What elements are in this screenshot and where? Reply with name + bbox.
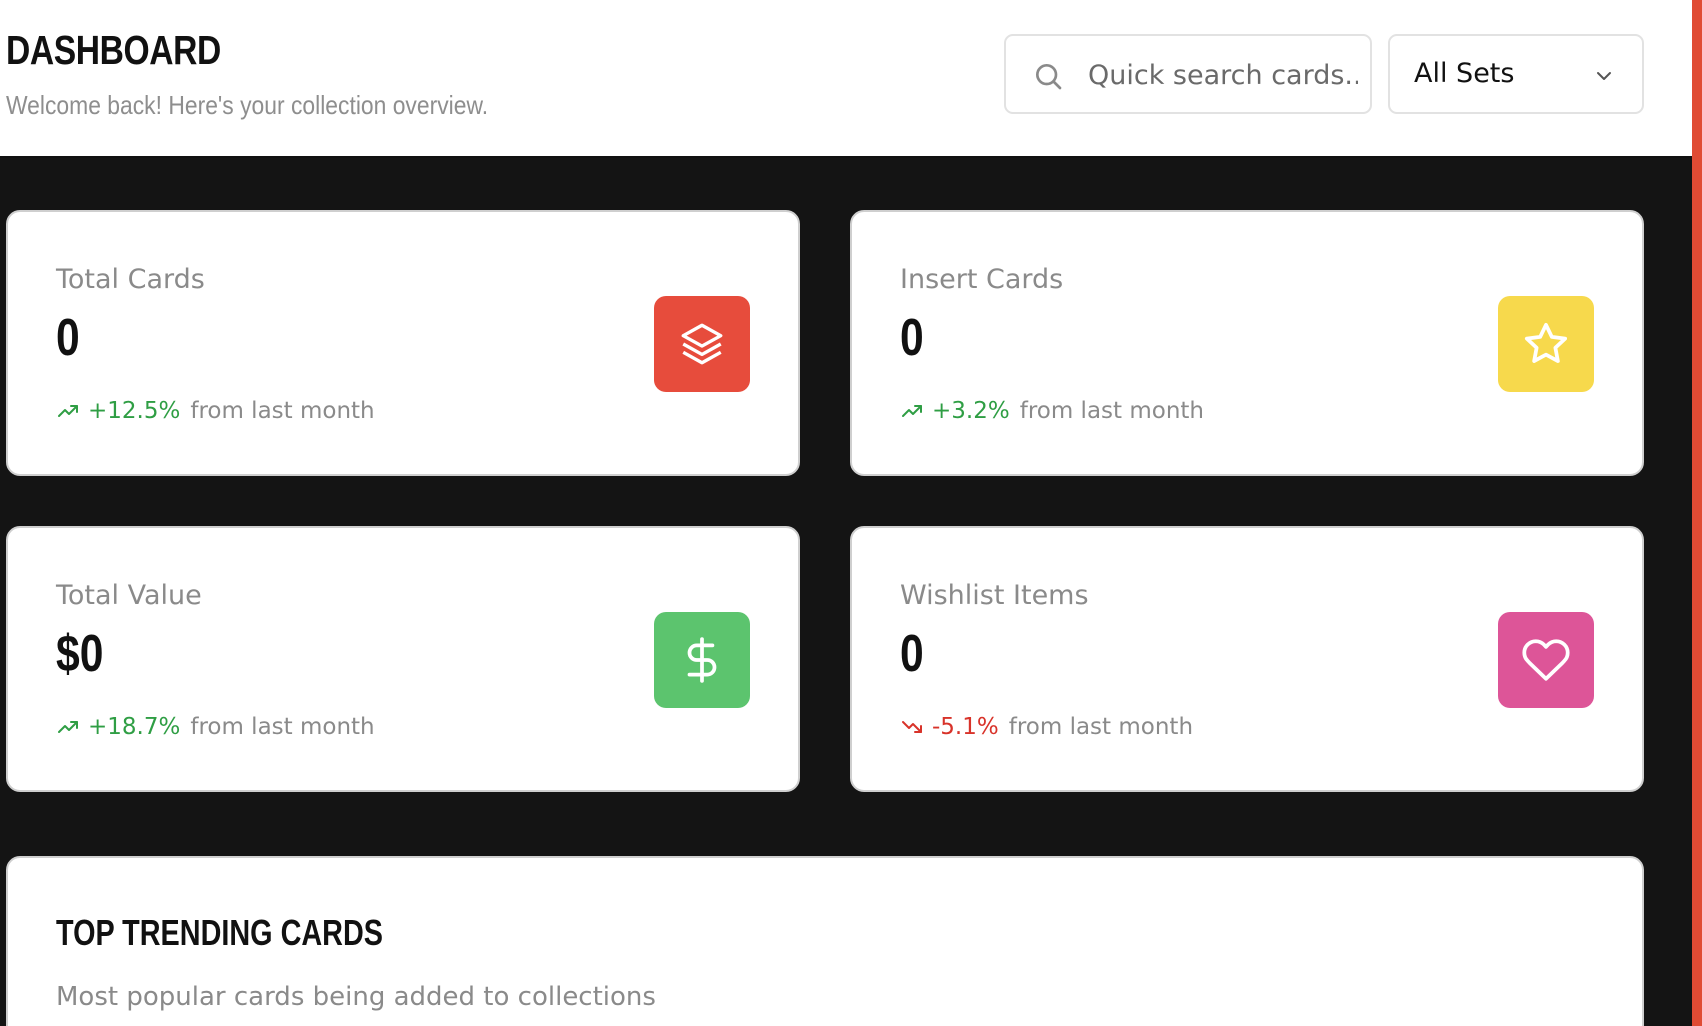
stat-card-total-value: Total Value $0 +18.7% from last month <box>6 526 800 792</box>
chevron-down-icon <box>1597 72 1611 80</box>
star-icon <box>1524 322 1568 363</box>
quick-search[interactable] <box>1004 34 1372 114</box>
stat-card-wishlist-items: Wishlist Items 0 -5.1% from last month <box>850 526 1644 792</box>
stat-value: 0 <box>56 309 80 367</box>
stat-label: Total Value <box>56 580 202 611</box>
scrollbar-thumb[interactable] <box>1692 0 1702 610</box>
trending-up-icon <box>58 405 78 417</box>
trending-up-icon <box>58 721 78 733</box>
stat-change: +12.5% <box>88 398 181 424</box>
stat-trend: +12.5% from last month <box>56 398 375 424</box>
stat-icon-tile <box>1498 296 1594 392</box>
stat-trend: +3.2% from last month <box>900 398 1204 424</box>
stat-change-suffix: from last month <box>190 398 375 424</box>
layers-icon <box>681 323 723 365</box>
stat-label: Wishlist Items <box>900 580 1089 611</box>
stat-change: -5.1% <box>932 714 999 740</box>
stat-value: 0 <box>900 309 924 367</box>
section-subtitle: Most popular cards being added to collec… <box>56 982 656 1012</box>
stat-trend: -5.1% from last month <box>900 714 1193 740</box>
stat-change-suffix: from last month <box>1008 714 1194 740</box>
page-header: DASHBOARD Welcome back! Here's your coll… <box>0 0 1692 158</box>
stat-change-suffix: from last month <box>1019 398 1204 424</box>
stat-value: $0 <box>56 625 104 683</box>
search-input[interactable] <box>1088 54 1358 96</box>
stat-change: +18.7% <box>88 714 181 740</box>
stat-label: Insert Cards <box>900 264 1064 295</box>
trending-down-icon <box>902 721 922 733</box>
stat-card-insert-cards: Insert Cards 0 +3.2% from last month <box>850 210 1644 476</box>
stat-label: Total Cards <box>56 264 205 295</box>
search-icon <box>1036 64 1062 90</box>
trending-up-icon <box>902 405 922 417</box>
page-title: DASHBOARD <box>6 27 221 73</box>
heart-icon <box>1522 639 1570 681</box>
stat-icon-tile <box>654 296 750 392</box>
stat-card-total-cards: Total Cards 0 +12.5% from last month <box>6 210 800 476</box>
stat-change-suffix: from last month <box>190 714 375 740</box>
dollar-icon <box>687 637 717 683</box>
section-title: TOP TRENDING CARDS <box>56 912 383 953</box>
page-subtitle: Welcome back! Here's your collection ove… <box>6 90 489 120</box>
stat-trend: +18.7% from last month <box>56 714 375 740</box>
top-trending-panel: TOP TRENDING CARDS Most popular cards be… <box>6 856 1644 1026</box>
set-filter-value: All Sets <box>1414 58 1515 89</box>
stat-change: +3.2% <box>932 398 1010 424</box>
stat-icon-tile <box>654 612 750 708</box>
set-filter-select[interactable]: All Sets <box>1388 34 1644 114</box>
stat-value: 0 <box>900 625 924 683</box>
stat-icon-tile <box>1498 612 1594 708</box>
